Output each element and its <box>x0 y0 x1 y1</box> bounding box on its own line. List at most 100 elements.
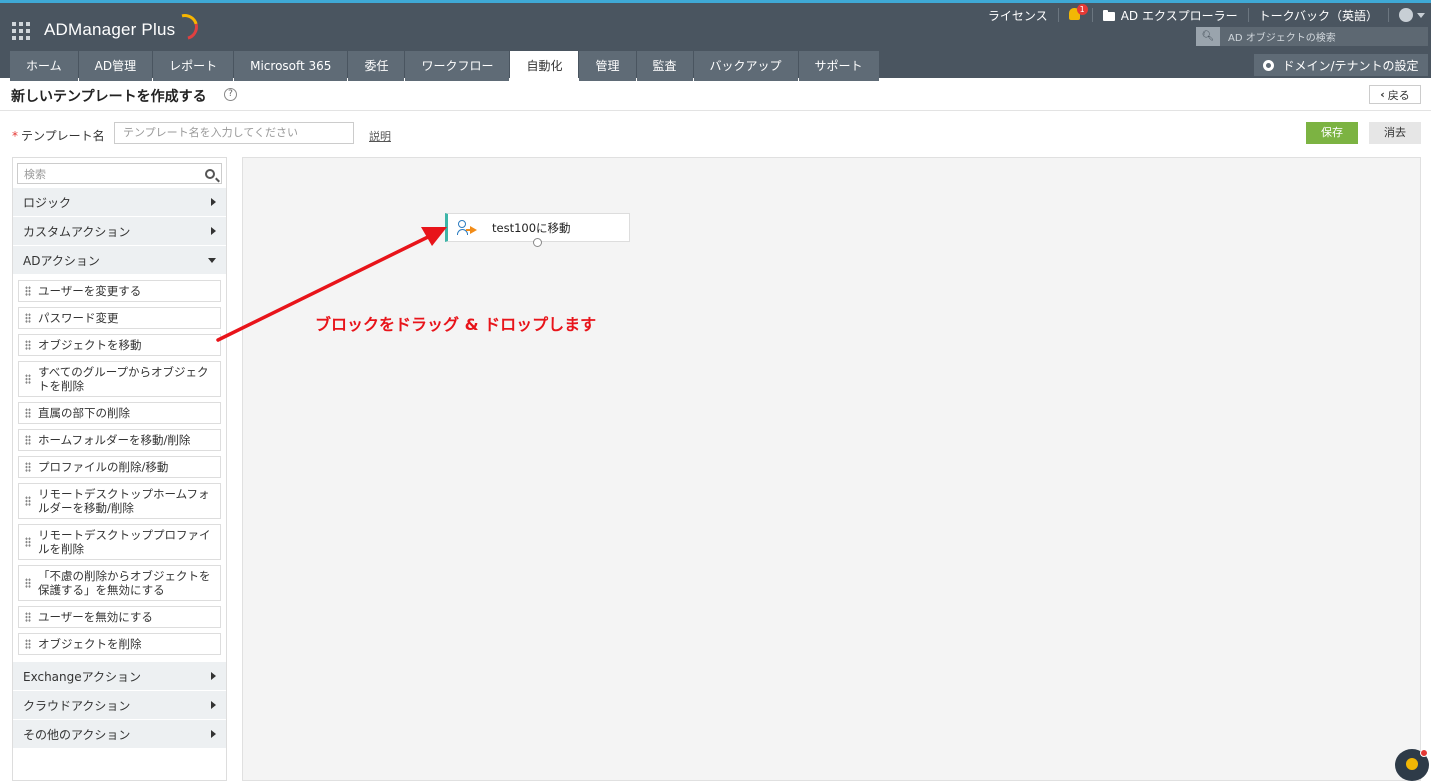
chevron-down-icon <box>208 257 216 263</box>
category-exchange-actions[interactable]: Exchangeアクション <box>13 662 226 691</box>
drag-handle-icon[interactable] <box>25 313 31 323</box>
tab-admin[interactable]: 管理 <box>579 51 636 81</box>
list-item-label: プロファイルの削除/移動 <box>38 460 169 474</box>
chevron-left-icon: ‹ <box>1380 88 1385 101</box>
list-item[interactable]: パスワード変更 <box>18 307 221 329</box>
tab-workflow[interactable]: ワークフロー <box>405 51 510 81</box>
template-name-label: * テンプレート名 <box>12 127 105 144</box>
category-label: その他のアクション <box>23 727 131 742</box>
drag-handle-icon[interactable] <box>25 340 31 350</box>
list-item[interactable]: すべてのグループからオブジェクトを削除 <box>18 361 221 397</box>
notifications-button[interactable]: 1 <box>1059 3 1092 23</box>
back-label: 戻る <box>1387 88 1410 102</box>
back-button[interactable]: ‹ 戻る <box>1369 85 1421 104</box>
tab-audit[interactable]: 監査 <box>636 51 693 81</box>
drag-handle-icon[interactable] <box>25 639 31 649</box>
list-item[interactable]: オブジェクトを削除 <box>18 633 221 655</box>
tab-ad-management[interactable]: AD管理 <box>78 51 153 81</box>
drag-handle-icon[interactable] <box>25 612 31 622</box>
tab-backup[interactable]: バックアップ <box>693 51 798 81</box>
category-label: Exchangeアクション <box>23 669 142 684</box>
search-input[interactable]: AD オブジェクトの検索 <box>1220 29 1336 44</box>
license-link[interactable]: ライセンス <box>978 7 1058 24</box>
tab-microsoft-365[interactable]: Microsoft 365 <box>234 51 348 81</box>
category-ad-actions[interactable]: ADアクション <box>13 246 226 275</box>
tab-automation[interactable]: 自動化 <box>510 51 579 81</box>
category-label: カスタムアクション <box>23 224 131 239</box>
notification-badge: 1 <box>1076 3 1088 15</box>
list-item-label: リモートデスクトッププロファイルを削除 <box>38 528 211 556</box>
top-links: ライセンス 1 AD エクスプローラー トークバック（英語） <box>978 3 1431 24</box>
list-item-label: オブジェクトを削除 <box>38 637 142 651</box>
list-item[interactable]: ユーザーを無効にする <box>18 606 221 628</box>
domain-settings-label: ドメイン/テナントの設定 <box>1282 58 1419 73</box>
ad-object-search[interactable]: 🔍︎ AD オブジェクトの検索 <box>1196 27 1428 46</box>
list-item-label: パスワード変更 <box>38 311 119 325</box>
folder-icon <box>1102 9 1115 21</box>
palette-search-input[interactable]: 検索 <box>17 163 222 184</box>
category-custom-actions[interactable]: カスタムアクション <box>13 217 226 246</box>
list-item[interactable]: リモートデスクトップホームフォルダーを移動/削除 <box>18 483 221 519</box>
drag-handle-icon[interactable] <box>25 578 31 588</box>
drag-handle-icon[interactable] <box>25 435 31 445</box>
template-name-input[interactable]: テンプレート名を入力してください <box>114 122 354 144</box>
ad-explorer-link[interactable]: AD エクスプローラー <box>1093 7 1248 24</box>
page-title: 新しいテンプレートを作成する <box>11 89 207 105</box>
tab-home[interactable]: ホーム <box>10 51 78 81</box>
list-item-label: すべてのグループからオブジェクトを削除 <box>38 365 209 393</box>
talkback-link[interactable]: トークバック（英語） <box>1249 7 1388 24</box>
annotation-text: ブロックをドラッグ & ドロップします <box>315 315 597 334</box>
clear-button[interactable]: 消去 <box>1369 122 1421 144</box>
category-label: ロジック <box>23 195 72 210</box>
drag-handle-icon[interactable] <box>25 496 31 506</box>
chevron-right-icon <box>211 701 216 709</box>
drag-handle-icon[interactable] <box>25 537 31 547</box>
list-item[interactable]: オブジェクトを移動 <box>18 334 221 356</box>
category-logic[interactable]: ロジック <box>13 188 226 217</box>
action-palette: 検索 ロジック カスタムアクション ADアクション ユーザーを変更する パスワー… <box>12 157 227 781</box>
app-name: ADManager Plus <box>44 20 176 39</box>
save-button[interactable]: 保存 <box>1306 122 1358 144</box>
template-name-text: テンプレート名 <box>21 129 105 143</box>
help-icon[interactable]: ? <box>224 88 237 101</box>
list-item-label: ユーザーを変更する <box>38 284 142 298</box>
list-item[interactable]: 直属の部下の削除 <box>18 402 221 424</box>
template-form: * テンプレート名 テンプレート名を入力してください 説明 保存 消去 <box>0 111 1431 157</box>
user-menu[interactable] <box>1389 8 1431 22</box>
description-link[interactable]: 説明 <box>369 128 391 144</box>
list-item[interactable]: ユーザーを変更する <box>18 280 221 302</box>
tab-support[interactable]: サポート <box>798 51 879 81</box>
chevron-right-icon <box>211 198 216 206</box>
app-logo[interactable]: ADManager Plus <box>44 9 203 45</box>
app-grid-icon[interactable] <box>12 22 30 40</box>
drag-handle-icon[interactable] <box>25 408 31 418</box>
tab-delegation[interactable]: 委任 <box>348 51 405 81</box>
list-item[interactable]: 「不慮の削除からオブジェクトを保護する」を無効にする <box>18 565 221 601</box>
category-cloud-actions[interactable]: クラウドアクション <box>13 691 226 720</box>
list-item-label: ホームフォルダーを移動/削除 <box>38 433 191 447</box>
tab-reports[interactable]: レポート <box>153 51 234 81</box>
top-header: ADManager Plus ライセンス 1 AD エクスプローラー トークバッ… <box>0 0 1431 81</box>
drag-handle-icon[interactable] <box>25 286 31 296</box>
required-mark: * <box>12 129 18 143</box>
workflow-canvas[interactable]: test100に移動 <box>242 157 1421 781</box>
list-item-label: リモートデスクトップホームフォルダーを移動/削除 <box>38 487 210 515</box>
move-user-icon <box>457 219 480 236</box>
list-item-label: ユーザーを無効にする <box>38 610 153 624</box>
chevron-down-icon <box>1417 12 1425 18</box>
search-icon[interactable] <box>205 168 215 179</box>
category-label: ADアクション <box>23 253 100 268</box>
chevron-right-icon <box>211 672 216 680</box>
list-item[interactable]: プロファイルの削除/移動 <box>18 456 221 478</box>
workflow-block-label: test100に移動 <box>492 220 571 235</box>
search-icon[interactable]: 🔍︎ <box>1196 27 1220 46</box>
chevron-right-icon <box>211 730 216 738</box>
list-item[interactable]: リモートデスクトッププロファイルを削除 <box>18 524 221 560</box>
drag-handle-icon[interactable] <box>25 462 31 472</box>
list-item[interactable]: ホームフォルダーを移動/削除 <box>18 429 221 451</box>
main-tabs: ホーム AD管理 レポート Microsoft 365 委任 ワークフロー 自動… <box>10 51 880 81</box>
drag-handle-icon[interactable] <box>25 374 31 384</box>
block-connector-handle[interactable] <box>533 238 542 247</box>
category-other-actions[interactable]: その他のアクション <box>13 720 226 749</box>
domain-settings-button[interactable]: ドメイン/テナントの設定 <box>1254 54 1428 76</box>
